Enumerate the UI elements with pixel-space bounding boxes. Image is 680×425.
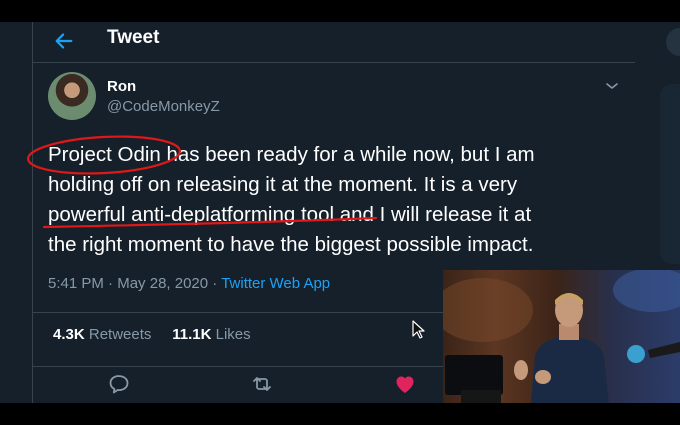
page-title: Tweet [107, 27, 160, 48]
meta-separator: · [103, 275, 118, 292]
retweets-count: 4.3K [53, 326, 85, 343]
tweet-source-link[interactable]: Twitter Web App [221, 275, 330, 292]
meta-separator: · [208, 275, 222, 292]
webcam-overlay [443, 270, 680, 403]
tweet-text-line: Project Odin has been ready for a while … [48, 143, 535, 166]
tweet-stats: 4.3K Retweets 11.1K Likes [53, 326, 251, 343]
tweet-text: Project Odin has been ready for a while … [48, 140, 628, 260]
tweet-time: 5:41 PM [48, 275, 104, 292]
tweet-text-line: powerful anti-deplatforming tool and I w… [48, 203, 532, 226]
letterbox-bottom [0, 403, 680, 425]
tweet-header: Tweet [33, 22, 635, 63]
tweet-meta: 5:41 PM · May 28, 2020 · Twitter Web App [48, 275, 330, 292]
likes-stat[interactable]: 11.1K Likes [172, 326, 250, 343]
chevron-down-icon[interactable] [604, 78, 620, 94]
retweets-label: Retweets [88, 326, 152, 343]
tweet-text-line: holding off on releasing it at the momen… [48, 173, 518, 196]
arrow-left-icon[interactable] [53, 30, 75, 52]
laptop [445, 355, 503, 395]
retweets-stat[interactable]: 4.3K Retweets [53, 326, 151, 343]
heart-icon[interactable] [393, 372, 417, 396]
mouse-pointer-icon [412, 320, 425, 339]
sidebar-card [660, 84, 680, 264]
microphone [627, 345, 645, 363]
likes-label: Likes [215, 326, 251, 343]
tweet-screen: Tweet Ron @CodeMonkeyZ Project Odin has … [0, 22, 680, 403]
tweet-date: May 28, 2020 [117, 275, 209, 292]
likes-count: 11.1K [172, 326, 212, 343]
presenter-video [443, 270, 680, 403]
reply-icon[interactable] [107, 372, 131, 396]
display-name[interactable]: Ron [107, 78, 136, 95]
avatar[interactable] [48, 72, 96, 120]
retweet-icon[interactable] [250, 372, 274, 396]
tweet-text-line: the right moment to have the biggest pos… [48, 233, 534, 256]
letterbox-top [0, 0, 680, 22]
user-handle[interactable]: @CodeMonkeyZ [107, 98, 220, 115]
